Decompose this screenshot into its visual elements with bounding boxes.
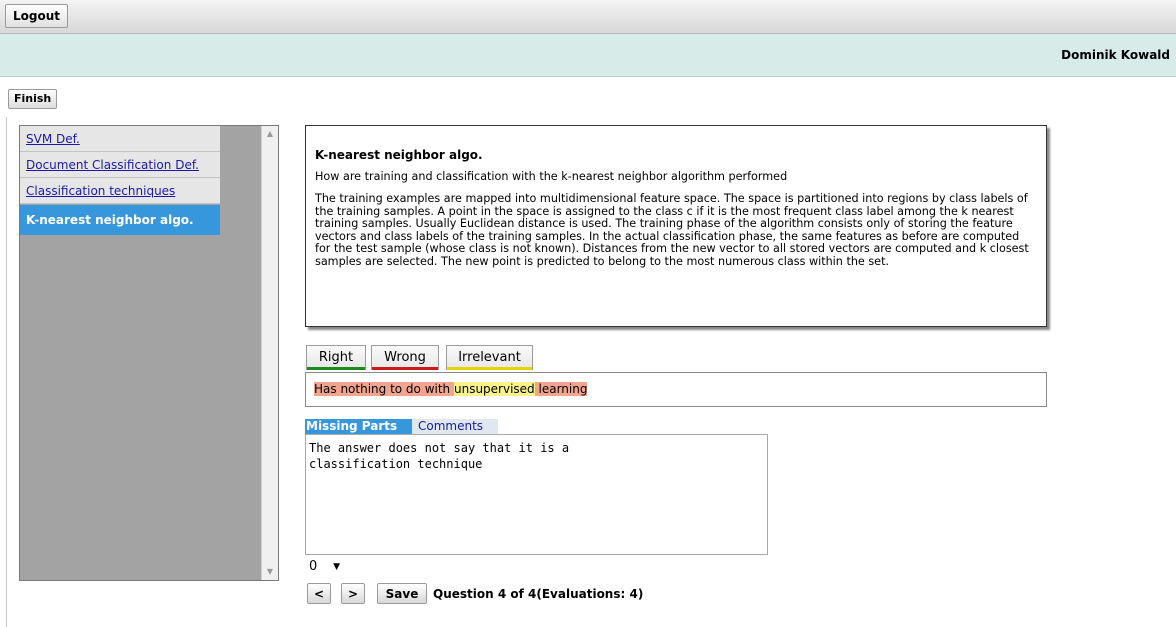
sidebar-item-label[interactable]: Classification techniques <box>26 184 175 198</box>
missing-parts-textarea[interactable]: The answer does not say that it is a cla… <box>305 434 768 555</box>
sidebar-item-classification-techniques[interactable]: Classification techniques <box>20 178 220 204</box>
save-button[interactable]: Save <box>377 583 427 604</box>
answer-text: The training examples are mapped into mu… <box>315 192 1029 268</box>
question-title: K-nearest neighbor algo. <box>315 148 483 162</box>
tab-color-bar <box>372 367 438 370</box>
question-text: How are training and classification with… <box>315 170 788 183</box>
username: Dominik Kowald <box>1061 48 1170 62</box>
sidebar-item-document-classification-def[interactable]: Document Classification Def. <box>20 152 220 178</box>
highlight-wrong[interactable]: learning <box>534 382 588 396</box>
sidebar-item-k-nearest-neighbor[interactable]: K-nearest neighbor algo. <box>20 205 220 235</box>
question-panel: K-nearest neighbor algo. How are trainin… <box>305 125 1047 327</box>
highlight-irrelevant[interactable]: unsupervised <box>453 382 535 396</box>
tab-label: Right <box>318 350 354 365</box>
logout-button[interactable]: Logout <box>5 4 69 28</box>
highlight-wrong[interactable]: Has nothing to do with <box>314 382 454 396</box>
score-value: 0 <box>309 559 318 574</box>
header-bar: Dominik Kowald <box>0 34 1176 77</box>
previous-button[interactable]: < <box>307 583 331 604</box>
tab-color-bar <box>447 367 532 370</box>
tab-right[interactable]: Right <box>306 345 366 370</box>
tab-wrong[interactable]: Wrong <box>371 345 439 370</box>
page-left-border <box>6 117 7 627</box>
scroll-up-arrow-icon[interactable]: ▲ <box>262 126 278 142</box>
sidebar-item-svm-def[interactable]: SVM Def. <box>20 126 220 152</box>
sidebar: SVM Def. Document Classification Def. Cl… <box>19 125 279 581</box>
question-status: Question 4 of 4(Evaluations: 4) <box>433 587 644 601</box>
annotation-box[interactable]: Has nothing to do with unsupervised lear… <box>305 372 1047 407</box>
sidebar-item-label[interactable]: SVM Def. <box>26 132 80 146</box>
tab-label: Wrong <box>384 350 426 365</box>
sidebar-scrollbar[interactable]: ▲ ▼ <box>261 126 278 580</box>
tab-comments[interactable]: Comments <box>412 419 498 434</box>
tab-missing-parts[interactable]: Missing Parts <box>305 419 413 434</box>
tab-irrelevant[interactable]: Irrelevant <box>446 345 533 370</box>
scroll-down-arrow-icon[interactable]: ▼ <box>262 564 278 580</box>
top-toolbar: Logout <box>0 0 1176 34</box>
tab-label: Irrelevant <box>458 350 521 365</box>
next-button[interactable]: > <box>341 583 365 604</box>
sidebar-item-label[interactable]: Document Classification Def. <box>26 158 199 172</box>
chevron-down-icon: ▼ <box>333 562 340 572</box>
tab-color-bar <box>307 367 365 370</box>
sidebar-item-label: K-nearest neighbor algo. <box>26 213 194 227</box>
score-select[interactable]: 0 ▼ <box>307 557 343 577</box>
finish-button[interactable]: Finish <box>8 89 58 109</box>
